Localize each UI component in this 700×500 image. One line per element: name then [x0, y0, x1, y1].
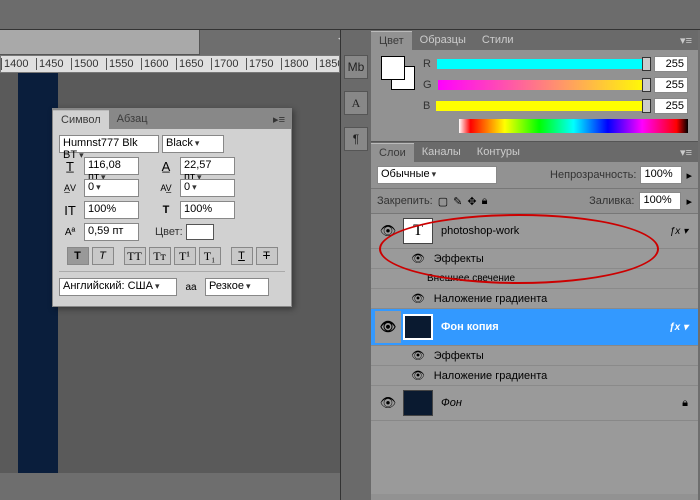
- tab-layers[interactable]: Слои: [371, 143, 414, 162]
- opacity-chevron-icon[interactable]: ▸: [686, 169, 692, 182]
- antialias-icon: aa: [180, 278, 202, 296]
- layer-name[interactable]: Фон копия: [435, 321, 669, 333]
- opacity-input[interactable]: 100%: [640, 166, 682, 184]
- g-label: G: [423, 79, 432, 91]
- tab-color[interactable]: Цвет: [371, 31, 412, 50]
- lock-all-icon[interactable]: 🔒︎: [482, 195, 488, 208]
- subscript-button[interactable]: T₁: [199, 247, 221, 265]
- horizontal-ruler: 1400145015001550160016501700175018001850…: [0, 55, 340, 73]
- visibility-toggle[interactable]: 👁︎: [375, 311, 401, 343]
- blend-mode-select[interactable]: Обычные: [377, 166, 497, 184]
- effects-header[interactable]: 👁︎ Эффекты: [371, 249, 698, 269]
- color-panel: Цвет Образцы Стили ▾≡ R 255 G 255: [371, 30, 698, 142]
- r-slider[interactable]: [437, 59, 648, 69]
- tab-swatches[interactable]: Образцы: [412, 31, 474, 49]
- eye-icon[interactable]: 👁︎: [411, 369, 425, 382]
- tracking-input[interactable]: 0: [180, 179, 235, 197]
- fill-input[interactable]: 100%: [639, 192, 681, 210]
- color-spectrum[interactable]: [459, 119, 688, 133]
- b-slider[interactable]: [436, 101, 648, 111]
- b-label: B: [423, 100, 430, 112]
- dock-char-button[interactable]: A: [344, 91, 368, 115]
- fx-badge[interactable]: ƒx ▾: [670, 226, 694, 237]
- text-color-swatch[interactable]: [186, 224, 214, 240]
- character-panel: Символ Абзац ▸≡ Humnst777 Blk BT Black T…: [52, 108, 292, 307]
- effect-gradient-overlay[interactable]: 👁︎ Наложение градиента: [371, 366, 698, 386]
- bold-button[interactable]: T: [67, 247, 89, 265]
- vscale-input[interactable]: 100%: [84, 201, 139, 219]
- panel-menu-icon[interactable]: ▾≡: [674, 146, 698, 159]
- lock-icon: 🔒︎: [682, 397, 694, 410]
- underline-button[interactable]: T: [231, 247, 253, 265]
- panel-menu-icon[interactable]: ▸≡: [267, 113, 291, 126]
- lock-trans-icon[interactable]: ▢: [438, 195, 448, 208]
- effect-gradient-overlay[interactable]: 👁︎ Наложение градиента: [371, 289, 698, 309]
- tab-paths[interactable]: Контуры: [469, 143, 528, 161]
- fx-badge[interactable]: ƒx ▾: [669, 322, 694, 333]
- layer-row[interactable]: 👁︎ Фон 🔒︎: [371, 386, 698, 421]
- baseline-input[interactable]: 0,59 пт: [84, 223, 139, 241]
- kerning-input[interactable]: 0: [84, 179, 139, 197]
- allcaps-button[interactable]: TT: [124, 247, 146, 265]
- superscript-button[interactable]: T¹: [174, 247, 196, 265]
- g-value[interactable]: 255: [654, 77, 688, 93]
- font-family-select[interactable]: Humnst777 Blk BT: [59, 135, 159, 153]
- font-size-icon: T̲: [59, 157, 81, 175]
- fill-label: Заливка:: [589, 195, 634, 207]
- italic-button[interactable]: T: [92, 247, 114, 265]
- strike-button[interactable]: T: [256, 247, 278, 265]
- fg-bg-swatch[interactable]: [381, 56, 415, 90]
- fill-chevron-icon[interactable]: ▸: [686, 195, 692, 208]
- layers-panel: Слои Каналы Контуры ▾≡ Обычные Непрозрач…: [371, 142, 698, 494]
- layer-row[interactable]: 👁︎ T photoshop-work ƒx ▾: [371, 214, 698, 249]
- layer-thumb[interactable]: T: [403, 218, 433, 244]
- layer-name[interactable]: Фон: [435, 397, 682, 409]
- kerning-icon: A̲V: [59, 179, 81, 197]
- smallcaps-button[interactable]: Tᴛ: [149, 247, 171, 265]
- font-weight-select[interactable]: Black: [162, 135, 224, 153]
- effects-header[interactable]: 👁︎ Эффекты: [371, 346, 698, 366]
- layer-thumb[interactable]: [403, 314, 433, 340]
- r-label: R: [423, 58, 431, 70]
- vscale-icon: IT: [59, 201, 81, 219]
- baseline-icon: Aª: [59, 223, 81, 241]
- layer-list: 👁︎ T photoshop-work ƒx ▾ 👁︎ Эффекты Внеш…: [371, 214, 698, 494]
- eye-icon[interactable]: 👁︎: [411, 292, 425, 305]
- lock-move-icon[interactable]: ✥: [467, 195, 476, 208]
- font-size-input[interactable]: 116,08 пт: [84, 157, 139, 175]
- layer-thumb[interactable]: [403, 390, 433, 416]
- color-label: Цвет:: [155, 226, 183, 238]
- lock-pixels-icon[interactable]: ✎: [453, 195, 462, 208]
- r-value[interactable]: 255: [654, 56, 688, 72]
- tab-paragraph[interactable]: Абзац: [109, 110, 156, 128]
- antialias-select[interactable]: Резкое: [205, 278, 269, 296]
- tab-character[interactable]: Символ: [53, 110, 109, 129]
- visibility-toggle[interactable]: 👁︎: [375, 395, 401, 411]
- tab-styles[interactable]: Стили: [474, 31, 522, 49]
- layer-row[interactable]: 👁︎ Фон копия ƒx ▾: [371, 309, 698, 346]
- layer-name[interactable]: photoshop-work: [435, 225, 670, 237]
- language-select[interactable]: Английский: США: [59, 278, 177, 296]
- visibility-toggle[interactable]: 👁︎: [375, 223, 401, 239]
- tracking-icon: AV̲: [155, 179, 177, 197]
- tab-channels[interactable]: Каналы: [414, 143, 469, 161]
- opacity-label: Непрозрачность:: [550, 169, 636, 181]
- icon-dock: Mb A ¶: [341, 30, 371, 500]
- leading-icon: A̲: [155, 157, 177, 175]
- panel-menu-icon[interactable]: ▾≡: [674, 34, 698, 47]
- eye-icon[interactable]: 👁︎: [411, 252, 425, 265]
- leading-input[interactable]: 22,57 пт: [180, 157, 235, 175]
- hscale-icon: T: [155, 201, 177, 219]
- dock-mb-button[interactable]: Mb: [344, 55, 368, 79]
- app-topbar: [0, 0, 700, 30]
- lock-label: Закрепить:: [377, 195, 433, 207]
- hscale-input[interactable]: 100%: [180, 201, 235, 219]
- dock-para-button[interactable]: ¶: [344, 127, 368, 151]
- document-tab[interactable]: [0, 30, 200, 55]
- g-slider[interactable]: [438, 80, 648, 90]
- right-dock: Mb A ¶ Цвет Образцы Стили ▾≡ R 255: [340, 30, 698, 500]
- eye-icon[interactable]: 👁︎: [411, 349, 425, 362]
- b-value[interactable]: 255: [654, 98, 688, 114]
- effect-outer-glow[interactable]: Внешнее свечение: [371, 269, 698, 289]
